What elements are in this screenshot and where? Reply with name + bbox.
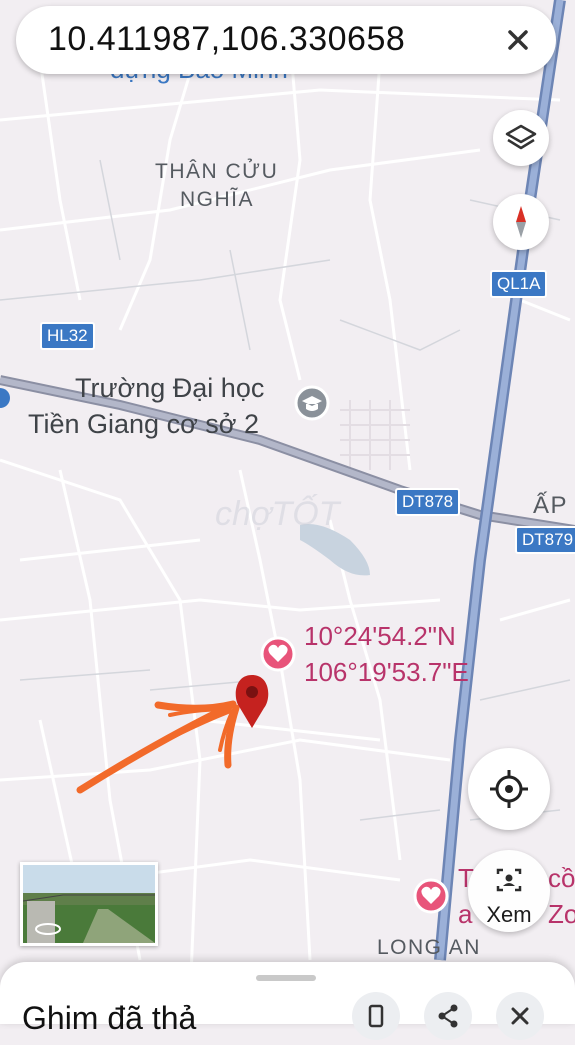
location-dot	[0, 388, 10, 408]
road-label-dt879: DT879	[515, 526, 575, 554]
drag-handle[interactable]	[256, 975, 316, 981]
road-label-ql1a: QL1A	[490, 270, 548, 298]
share-icon	[438, 1004, 458, 1028]
favorite-place-icon[interactable]	[413, 878, 449, 914]
close-icon[interactable]	[500, 22, 536, 58]
phone-icon	[368, 1004, 384, 1028]
poi-partial-suffix-2[interactable]: Zo	[548, 898, 575, 930]
road-label-hl32: HL32	[40, 322, 95, 350]
area-label-long-an: LONG AN	[377, 936, 481, 959]
rotate-360-icon	[35, 923, 61, 935]
close-icon	[511, 1007, 529, 1025]
pin-latitude-label: 10°24'54.2"N	[304, 621, 456, 651]
place-label-line1[interactable]: Trường Đại học	[75, 373, 264, 404]
dropped-pin-icon[interactable]	[235, 675, 269, 728]
street-view-button[interactable]: Xem	[468, 850, 550, 932]
area-label-nghia: NGHĨA	[180, 188, 255, 211]
bottom-sheet[interactable]: Ghim đã thả	[0, 962, 575, 1040]
compass-icon	[516, 206, 526, 238]
favorite-place-icon[interactable]	[260, 636, 296, 672]
graduation-cap-icon	[294, 385, 330, 421]
street-view-thumbnail[interactable]	[20, 862, 158, 946]
street-view-icon	[496, 868, 522, 892]
save-button[interactable]	[352, 992, 400, 1040]
road-label-dt878: DT878	[395, 488, 461, 516]
layers-button[interactable]	[493, 110, 549, 166]
my-location-icon	[490, 770, 528, 808]
compass-button[interactable]	[493, 194, 549, 250]
sheet-title: Ghim đã thả	[22, 1000, 197, 1036]
layers-icon	[505, 124, 537, 150]
street-view-label: Xem	[486, 902, 532, 927]
poi-partial-suffix-1[interactable]: cồ	[548, 862, 575, 894]
search-bar[interactable]: 10.411987,106.330658	[16, 6, 556, 74]
pin-longitude-label: 106°19'53.7"E	[304, 657, 469, 687]
area-label-than-cuu: THÂN CỬU	[155, 160, 279, 183]
watermark: chợTỐT	[215, 494, 342, 533]
my-location-button[interactable]	[468, 748, 550, 830]
place-label-line2[interactable]: Tiền Giang cơ sở 2	[28, 409, 259, 440]
area-label-ap: ẤP	[533, 492, 569, 519]
share-button[interactable]	[424, 992, 472, 1040]
search-input[interactable]: 10.411987,106.330658	[48, 20, 405, 59]
close-sheet-button[interactable]	[496, 992, 544, 1040]
